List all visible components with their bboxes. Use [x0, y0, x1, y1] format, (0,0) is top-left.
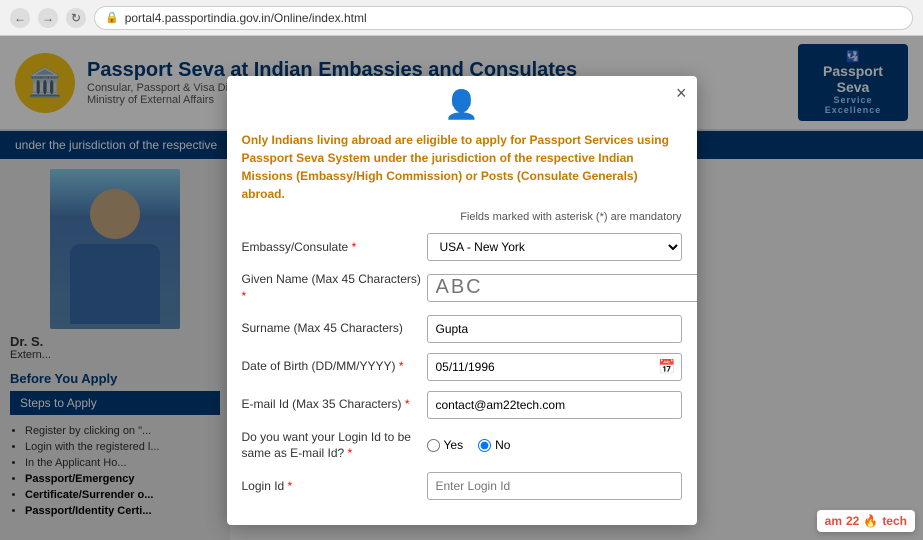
embassy-select[interactable]: USA - New York [427, 233, 682, 261]
url-text: portal4.passportindia.gov.in/Online/inde… [125, 11, 367, 25]
surname-label: Surname (Max 45 Characters) [242, 320, 427, 337]
email-label: E-mail Id (Max 35 Characters) * [242, 396, 427, 413]
same-email-row: Do you want your Login Id to be same as … [242, 429, 682, 463]
dob-row: Date of Birth (DD/MM/YYYY) * 📅 [242, 353, 682, 381]
brand-fire: 🔥 [863, 514, 878, 528]
modal-body: Embassy/Consulate * USA - New York Given… [227, 228, 697, 525]
back-button[interactable]: ← [10, 8, 30, 28]
login-id-row: Login Id * [242, 472, 682, 500]
lock-icon: 🔒 [105, 11, 119, 24]
login-id-input[interactable] [427, 472, 682, 500]
browser-bar: ← → ↻ 🔒 portal4.passportindia.gov.in/Onl… [0, 0, 923, 36]
radio-no[interactable]: No [478, 438, 510, 452]
brand-text-tech: tech [882, 514, 907, 528]
modal-overlay: × 👤 Only Indians living abroad are eligi… [0, 36, 923, 540]
modal-warning-text: Only Indians living abroad are eligible … [227, 126, 697, 211]
email-input[interactable] [427, 391, 682, 419]
brand-text-am: am [825, 514, 842, 528]
embassy-label: Embassy/Consulate * [242, 239, 427, 256]
brand-watermark: am 22 🔥 tech [817, 510, 915, 532]
radio-yes-input[interactable] [427, 439, 440, 452]
given-name-input[interactable] [427, 274, 697, 302]
url-bar[interactable]: 🔒 portal4.passportindia.gov.in/Online/in… [94, 6, 913, 30]
login-id-label: Login Id * [242, 478, 427, 495]
page-content: 🏛️ Passport Seva at Indian Embassies and… [0, 36, 923, 540]
modal-close-button[interactable]: × [676, 84, 687, 102]
modal-mandatory-note: Fields marked with asterisk (*) are mand… [227, 211, 697, 228]
same-email-radio-group: Yes No [427, 438, 682, 452]
modal-dialog: × 👤 Only Indians living abroad are eligi… [227, 76, 697, 525]
radio-yes[interactable]: Yes [427, 438, 464, 452]
embassy-row: Embassy/Consulate * USA - New York [242, 233, 682, 261]
forward-button[interactable]: → [38, 8, 58, 28]
given-name-label: Given Name (Max 45 Characters) * [242, 271, 427, 305]
given-name-row: Given Name (Max 45 Characters) * [242, 271, 682, 305]
surname-input[interactable] [427, 315, 682, 343]
dob-label: Date of Birth (DD/MM/YYYY) * [242, 358, 427, 375]
modal-icon: 👤 [227, 76, 697, 126]
radio-no-input[interactable] [478, 439, 491, 452]
dob-input[interactable] [427, 353, 682, 381]
refresh-button[interactable]: ↻ [66, 8, 86, 28]
surname-row: Surname (Max 45 Characters) [242, 315, 682, 343]
dob-input-wrapper: 📅 [427, 353, 682, 381]
brand-text-22: 22 [846, 514, 859, 528]
calendar-icon[interactable]: 📅 [658, 358, 675, 375]
same-email-label: Do you want your Login Id to be same as … [242, 429, 427, 463]
email-row: E-mail Id (Max 35 Characters) * [242, 391, 682, 419]
